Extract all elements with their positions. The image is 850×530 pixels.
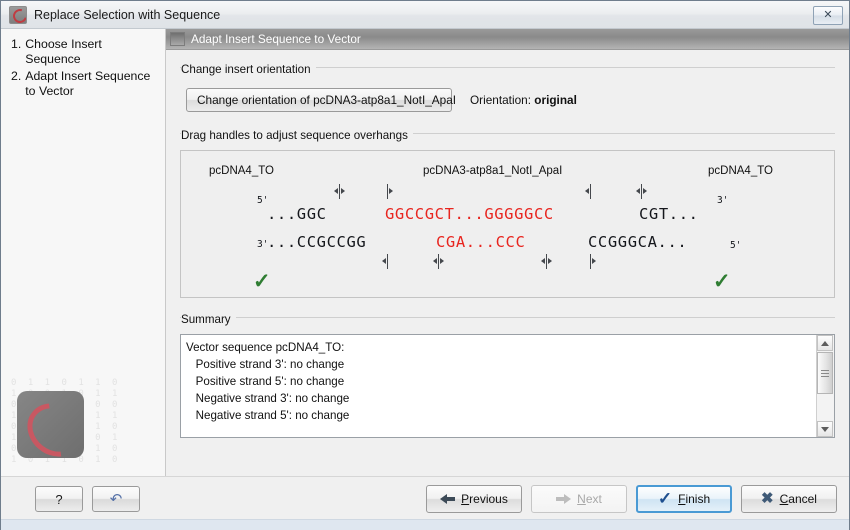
drag-handle-top-3[interactable] bbox=[584, 184, 597, 199]
next-label-rest: ext bbox=[585, 492, 602, 506]
check-icon: ✓ bbox=[657, 489, 673, 508]
drag-handle-bottom-3[interactable] bbox=[540, 254, 553, 269]
footer-nav-buttons: Previous Next ✓ Finish ✖ Cancel bbox=[426, 485, 837, 513]
bottom-strand-5-prime: 5' bbox=[730, 240, 742, 251]
overhang-group-body: pcDNA4_TO pcDNA3-atp8a1_NotI_ApaI pcDNA4… bbox=[180, 144, 835, 298]
valid-check-left-icon: ✓ bbox=[253, 270, 271, 293]
group-divider bbox=[180, 317, 835, 318]
top-strand-left-vector: ...GGC bbox=[267, 205, 327, 223]
scroll-up-icon[interactable] bbox=[817, 335, 833, 351]
top-strand-3-prime: 3' bbox=[717, 195, 729, 206]
finish-button-label: Finish bbox=[678, 492, 711, 506]
close-x-icon: ✖ bbox=[761, 490, 774, 507]
panel-grip-icon bbox=[170, 32, 185, 46]
main-panel: Adapt Insert Sequence to Vector Change i… bbox=[166, 29, 849, 476]
overhang-group-title: Drag handles to adjust sequence overhang… bbox=[181, 129, 413, 142]
previous-button[interactable]: Previous bbox=[426, 485, 522, 513]
sidebar-item-adapt-insert-sequence[interactable]: 2. Adapt Insert Sequence to Vector bbox=[11, 69, 159, 99]
dialog-window: Replace Selection with Sequence ✕ 1. Cho… bbox=[0, 0, 850, 530]
scrollbar-thumb[interactable] bbox=[817, 352, 833, 394]
panel-header: Adapt Insert Sequence to Vector bbox=[166, 29, 849, 50]
sequence-name-left: pcDNA4_TO bbox=[209, 165, 274, 177]
help-button[interactable]: ? bbox=[35, 486, 83, 512]
summary-textarea[interactable]: Vector sequence pcDNA4_TO: Positive stra… bbox=[180, 334, 835, 438]
finish-label-rest: inish bbox=[685, 492, 711, 506]
dialog-body: 1. Choose Insert Sequence 2. Adapt Inser… bbox=[1, 29, 849, 476]
step-label: Choose Insert Sequence bbox=[25, 37, 102, 66]
panel-content: Change insert orientation Change orienta… bbox=[166, 50, 849, 438]
orientation-group-body: Change orientation of pcDNA3-atp8a1_NotI… bbox=[180, 78, 835, 114]
finish-button[interactable]: ✓ Finish bbox=[636, 485, 732, 513]
cancel-button[interactable]: ✖ Cancel bbox=[741, 485, 837, 513]
arrow-left-icon bbox=[440, 493, 456, 505]
dialog-footer: ? ↶ Previous Next ✓ Finish ✖ Cancel bbox=[1, 476, 849, 530]
close-icon[interactable]: ✕ bbox=[813, 6, 843, 25]
arrow-right-icon bbox=[556, 493, 572, 505]
bottom-strand-left-vector: ...CCGCCGG bbox=[267, 233, 367, 251]
step-label: Adapt Insert Sequence to Vector bbox=[25, 69, 151, 98]
summary-group-body: Vector sequence pcDNA4_TO: Positive stra… bbox=[180, 328, 835, 438]
sequence-name-center: pcDNA3-atp8a1_NotI_ApaI bbox=[423, 165, 563, 177]
summary-group: Summary Vector sequence pcDNA4_TO: Posit… bbox=[180, 310, 835, 438]
panel-header-title: Adapt Insert Sequence to Vector bbox=[191, 32, 361, 46]
cancel-label-rest: ancel bbox=[788, 492, 817, 506]
drag-handle-top-1[interactable] bbox=[333, 184, 346, 199]
undo-arrow-icon: ↶ bbox=[109, 490, 123, 508]
logo-tile-icon bbox=[17, 391, 84, 458]
brand-logo: 0 1 1 0 1 1 0 1 1 0 0 1 0 1 1 0 0 1 1 0 … bbox=[11, 378, 119, 466]
sequence-overhang-editor[interactable]: pcDNA4_TO pcDNA3-atp8a1_NotI_ApaI pcDNA4… bbox=[180, 150, 835, 298]
previous-label-rest: revious bbox=[469, 492, 508, 506]
valid-check-right-icon: ✓ bbox=[713, 270, 731, 293]
next-button-label: Next bbox=[577, 492, 602, 506]
orientation-status: Orientation: original bbox=[470, 93, 577, 107]
clc-logo-icon bbox=[9, 5, 27, 24]
title-bar: Replace Selection with Sequence ✕ bbox=[1, 1, 849, 29]
orientation-row: Change orientation of pcDNA3-atp8a1_NotI… bbox=[180, 84, 835, 114]
summary-text: Vector sequence pcDNA4_TO: Positive stra… bbox=[186, 341, 350, 422]
step-number: 1. bbox=[11, 37, 22, 51]
sequence-name-right: pcDNA4_TO bbox=[708, 165, 773, 177]
drag-handle-top-2[interactable] bbox=[381, 184, 394, 199]
top-strand-insert: GGCCGCT...GGGGGCC bbox=[385, 205, 554, 223]
next-button[interactable]: Next bbox=[531, 485, 627, 513]
orientation-group-title: Change insert orientation bbox=[181, 63, 316, 76]
summary-group-title: Summary bbox=[181, 313, 236, 326]
previous-button-label: Previous bbox=[461, 492, 508, 506]
drag-handle-top-4[interactable] bbox=[635, 184, 648, 199]
orientation-status-prefix: Orientation: bbox=[470, 93, 535, 107]
top-strand-right-vector: CGT... bbox=[639, 205, 699, 223]
overhang-group: Drag handles to adjust sequence overhang… bbox=[180, 126, 835, 298]
bottom-strand-insert: CGA...CCC bbox=[436, 233, 526, 251]
reset-button[interactable]: ↶ bbox=[92, 486, 140, 512]
footer-accent-strip bbox=[1, 519, 849, 530]
summary-scrollbar[interactable] bbox=[816, 335, 834, 437]
drag-handle-bottom-1[interactable] bbox=[381, 254, 394, 269]
drag-handle-bottom-4[interactable] bbox=[584, 254, 597, 269]
bottom-strand-right-vector: CCGGGCA... bbox=[588, 233, 688, 251]
scrollbar-grip-icon bbox=[821, 368, 829, 379]
orientation-group: Change insert orientation Change orienta… bbox=[180, 60, 835, 114]
change-orientation-button[interactable]: Change orientation of pcDNA3-atp8a1_NotI… bbox=[186, 88, 456, 112]
window-title: Replace Selection with Sequence bbox=[34, 7, 221, 22]
step-number: 2. bbox=[11, 69, 22, 83]
logo-swoosh-icon bbox=[17, 392, 84, 458]
footer-left-buttons: ? ↶ bbox=[35, 486, 140, 512]
drag-handle-bottom-2[interactable] bbox=[432, 254, 445, 269]
orientation-status-value: original bbox=[534, 93, 577, 107]
sidebar-item-choose-insert-sequence[interactable]: 1. Choose Insert Sequence bbox=[11, 37, 159, 67]
wizard-step-sidebar: 1. Choose Insert Sequence 2. Adapt Inser… bbox=[1, 29, 166, 476]
cancel-button-label: Cancel bbox=[779, 492, 817, 506]
scroll-down-icon[interactable] bbox=[817, 421, 833, 437]
